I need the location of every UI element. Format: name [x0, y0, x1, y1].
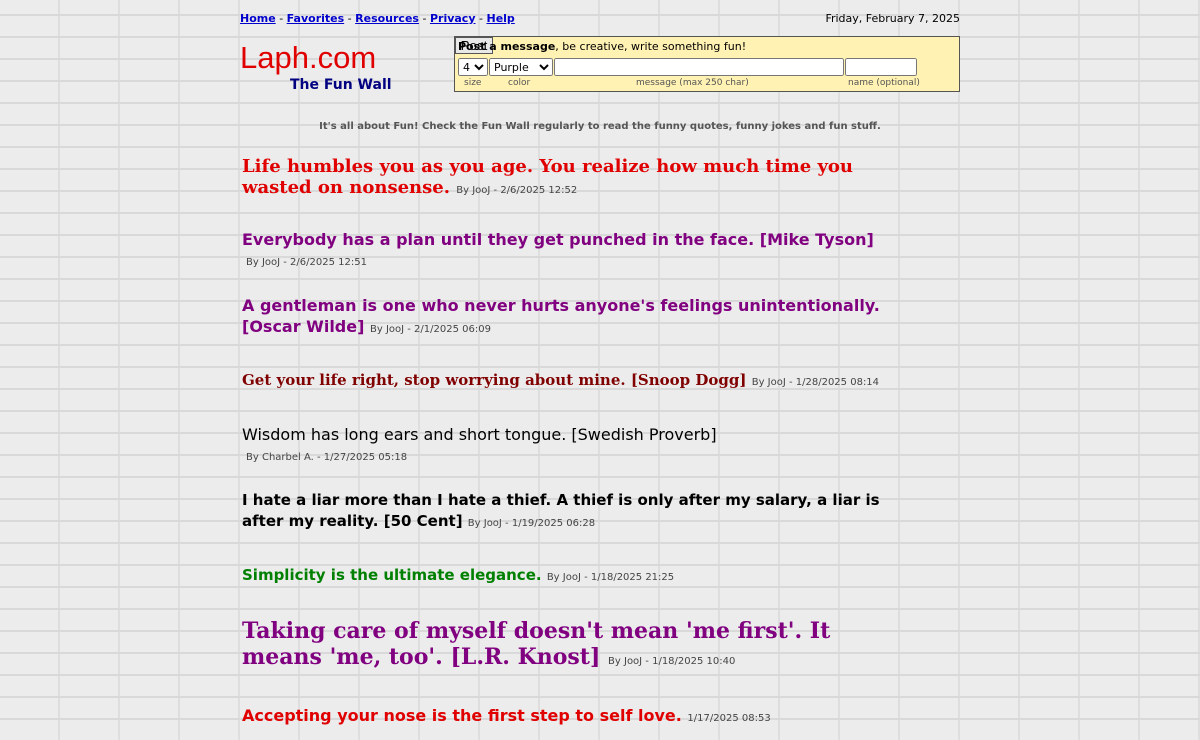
nav-resources-link[interactable]: Resources — [355, 12, 419, 25]
message-byline: By JooJ - 2/1/2025 06:09 — [370, 324, 491, 335]
message-item: Taking care of myself doesn't mean 'me f… — [242, 618, 882, 675]
message-byline: By JooJ - 1/28/2025 08:14 — [751, 377, 880, 388]
message-item: Simplicity is the ultimate elegance. By … — [242, 565, 882, 588]
color-hint: color — [508, 78, 531, 88]
message-item: I hate a liar more than I hate a thief. … — [242, 490, 882, 534]
size-hint: size — [464, 78, 482, 88]
message-text: Get your life right, stop worrying about… — [242, 371, 747, 389]
message-byline: 1/17/2025 08:53 — [687, 713, 771, 724]
name-input[interactable] — [845, 58, 917, 76]
top-nav: Home - Favorites - Resources - Privacy -… — [240, 12, 515, 25]
color-select[interactable]: Purple — [489, 58, 553, 76]
message-input[interactable] — [554, 58, 844, 76]
message-byline: By JooJ - 1/18/2025 10:40 — [608, 656, 736, 667]
post-message-form: Post a message, be creative, write somet… — [454, 36, 960, 92]
name-hint: name (optional) — [848, 78, 920, 88]
post-form-heading-rest: , be creative, write something fun! — [555, 40, 747, 53]
message-hint: message (max 250 char) — [636, 78, 749, 88]
nav-home-link[interactable]: Home — [240, 12, 276, 25]
message-item: A gentleman is one who never hurts anyon… — [242, 295, 882, 340]
message-text: Simplicity is the ultimate elegance. — [242, 566, 542, 584]
message-item: Wisdom has long ears and short tongue. [… — [242, 425, 882, 468]
nav-privacy-link[interactable]: Privacy — [430, 12, 476, 25]
message-text: A gentleman is one who never hurts anyon… — [242, 296, 880, 336]
nav-separator: - — [347, 12, 352, 25]
message-byline: By JooJ - 1/18/2025 21:25 — [546, 572, 675, 583]
nav-separator: - — [479, 12, 483, 25]
message-item: Accepting your nose is the first step to… — [242, 706, 882, 729]
intro-text: It's all about Fun! Check the Fun Wall r… — [319, 121, 881, 132]
message-text: Taking care of myself doesn't mean 'me f… — [242, 618, 831, 670]
message-text: Everybody has a plan until they get punc… — [242, 230, 874, 249]
nav-separator: - — [422, 12, 427, 25]
post-form-heading: Post a message, be creative, write somet… — [458, 40, 746, 53]
message-byline: By JooJ - 1/19/2025 06:28 — [467, 518, 596, 529]
nav-help-link[interactable]: Help — [486, 12, 514, 25]
message-text: Wisdom has long ears and short tongue. [… — [242, 425, 717, 444]
message-byline: By Charbel A. - 1/27/2025 05:18 — [246, 452, 408, 463]
message-byline: By JooJ - 2/6/2025 12:51 — [246, 257, 367, 268]
current-date: Friday, February 7, 2025 — [825, 12, 960, 25]
message-item: Get your life right, stop worrying about… — [242, 370, 882, 393]
site-tagline: The Fun Wall — [290, 77, 392, 93]
size-select[interactable]: 4 — [458, 58, 488, 76]
site-logo[interactable]: Laph.com — [240, 40, 376, 76]
message-item: Everybody has a plan until they get punc… — [242, 230, 882, 273]
post-form-heading-bold: Post a message — [458, 40, 556, 53]
nav-separator: - — [279, 12, 284, 25]
nav-favorites-link[interactable]: Favorites — [287, 12, 344, 25]
message-text: Accepting your nose is the first step to… — [242, 706, 682, 725]
message-byline: By JooJ - 2/6/2025 12:52 — [456, 185, 578, 196]
message-item: Life humbles you as you age. You realize… — [242, 156, 882, 201]
